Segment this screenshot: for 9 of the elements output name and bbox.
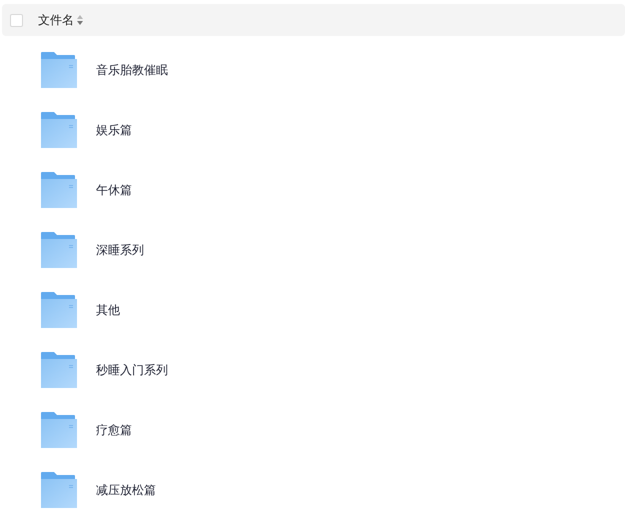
- folder-name[interactable]: 音乐胎教催眠: [96, 62, 168, 78]
- folder-name[interactable]: 深睡系列: [96, 242, 144, 258]
- folder-name[interactable]: 娱乐篇: [96, 122, 132, 138]
- folder-name[interactable]: 其他: [96, 302, 120, 318]
- folder-name[interactable]: 减压放松篇: [96, 482, 156, 498]
- folder-name[interactable]: 午休篇: [96, 182, 132, 198]
- column-header[interactable]: 文件名: [38, 12, 74, 28]
- folder-name[interactable]: 疗愈篇: [96, 422, 132, 438]
- folder-name[interactable]: 秒睡入门系列: [96, 362, 168, 378]
